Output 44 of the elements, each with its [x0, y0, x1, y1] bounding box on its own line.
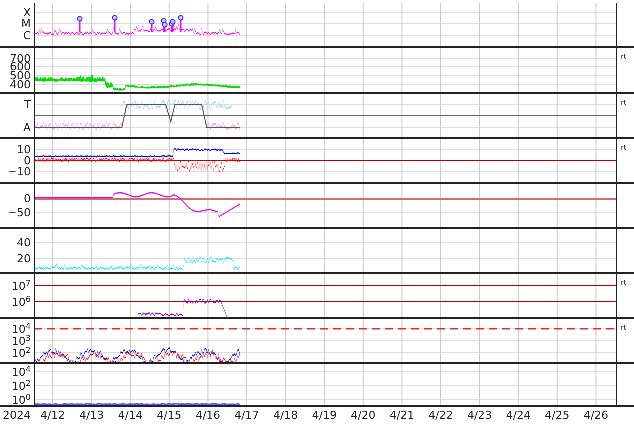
- axis-tick-label: 4/17: [234, 410, 260, 421]
- axis-tick-label: 4/22: [428, 410, 454, 421]
- axis-tick-label: C: [23, 30, 31, 42]
- flare-marker: [178, 15, 184, 32]
- axis-tick-label: 4/21: [390, 410, 415, 421]
- axis-tick-label: 0: [24, 156, 31, 166]
- axis-tick-label: 4/19: [312, 410, 337, 421]
- axis-tick-label: 500: [10, 70, 31, 82]
- axis-tick-label: A: [23, 122, 31, 134]
- flare-marker: [149, 19, 155, 32]
- axis-tick-label: 10$^{2}$: [12, 380, 31, 392]
- axis-tick-label: 4/18: [273, 410, 298, 421]
- axis-tick-label: 10$^{2}$: [12, 347, 31, 359]
- axis-tick-label: 10$^{3}$: [12, 335, 31, 347]
- axis-tick-label: 40: [17, 238, 31, 248]
- axis-tick-label: 4/26: [584, 410, 609, 421]
- axis-tick-label: 0: [24, 194, 31, 204]
- axis-tick-label: 4/16: [196, 410, 221, 421]
- axis-tick-label: 10$^{4}$: [12, 323, 31, 335]
- axis-tick-label: −10: [8, 166, 31, 178]
- axis-tick-label: 4/24: [506, 410, 531, 421]
- flare-marker: [112, 15, 118, 32]
- axis-tick-label: 10: [17, 144, 31, 156]
- axis-tick-label: T: [24, 100, 31, 110]
- axis-tick-label: 4/12: [40, 410, 66, 421]
- axis-tick-label: 4/20: [351, 410, 376, 421]
- axis-tick-label: 10$^{6}$: [12, 296, 31, 308]
- axis-tick-label: 4/14: [118, 410, 143, 421]
- axis-tick-label: 2024: [3, 409, 31, 422]
- axis-tick-label: 4/13: [79, 410, 104, 421]
- axis-tick-label: 20: [17, 254, 31, 264]
- axis-tick-label: 400: [10, 80, 31, 90]
- axis-tick-label: 10$^{7}$: [12, 280, 31, 292]
- axis-tick-label: 4/23: [467, 410, 492, 421]
- waveform-band: [206, 121, 240, 130]
- axis-tick-label: 10$^{4}$: [12, 366, 31, 378]
- axis-tick-label: −50: [8, 208, 31, 218]
- axis-tick-label: 4/25: [545, 410, 570, 421]
- flare-marker: [77, 16, 83, 32]
- axis-tick-label: M: [22, 18, 31, 30]
- axis-tick-label: 10$^{0}$: [12, 394, 31, 406]
- axis-tick-label: 4/15: [157, 410, 182, 421]
- axis-tick-label: X: [23, 8, 31, 18]
- axis-tick-label: 600: [10, 62, 31, 72]
